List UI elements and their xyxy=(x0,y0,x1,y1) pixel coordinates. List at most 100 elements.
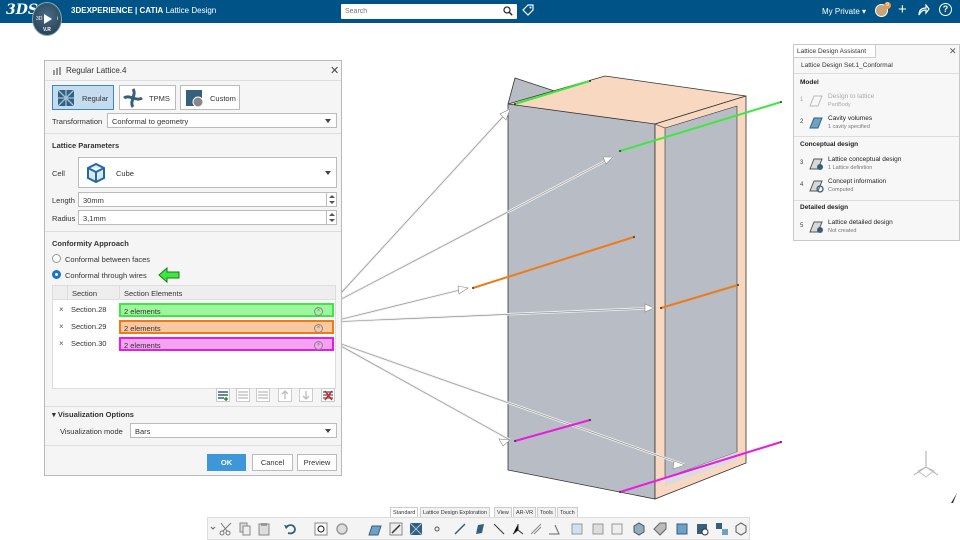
tab-touch[interactable]: Touch xyxy=(557,507,578,517)
step-title: Cavity volumes xyxy=(828,115,873,122)
offset-icon[interactable] xyxy=(610,522,624,536)
stepper-down-icon xyxy=(329,219,335,222)
cut-icon[interactable] xyxy=(219,522,233,536)
radius-label: Radius xyxy=(52,214,76,223)
add-row-icon[interactable] xyxy=(216,388,230,402)
delete-all-icon[interactable] xyxy=(321,388,335,402)
lattice-cell-icon[interactable] xyxy=(409,522,423,536)
move-up-icon[interactable] xyxy=(278,388,292,402)
lattice-design-icon[interactable] xyxy=(368,522,382,536)
fill-icon[interactable] xyxy=(570,522,584,536)
stepper-up-icon xyxy=(329,213,335,216)
clear-icon[interactable]: × xyxy=(314,324,323,333)
undo-icon[interactable] xyxy=(283,522,297,536)
step-subtitle: PartBody xyxy=(828,102,851,108)
paste-icon[interactable] xyxy=(257,522,271,536)
surface-icon[interactable] xyxy=(591,522,605,536)
tab-tools[interactable]: Tools xyxy=(537,507,556,517)
tab-ar-vr[interactable]: AR-VR xyxy=(513,507,537,517)
divider xyxy=(45,133,341,134)
radius-stepper[interactable] xyxy=(326,211,336,224)
arrow-outline xyxy=(329,339,511,441)
axis-system-icon[interactable] xyxy=(511,522,525,536)
remove-row-icon[interactable]: × xyxy=(59,339,64,348)
compass-icon[interactable]: 3D i V.R xyxy=(32,2,62,36)
transformation-select[interactable]: Conformal to geometry xyxy=(107,113,337,128)
replace-row-icon[interactable] xyxy=(256,388,270,402)
step-title: Lattice detailed design xyxy=(828,219,893,226)
tag-tool-icon[interactable] xyxy=(653,522,667,536)
copy-icon[interactable] xyxy=(238,522,252,536)
length-stepper[interactable] xyxy=(326,193,336,206)
radius-field[interactable]: 3,1mm xyxy=(78,210,337,225)
pattern-icon[interactable] xyxy=(715,522,729,536)
ok-button[interactable]: OK xyxy=(207,454,246,471)
row-section-elements[interactable]: 2 elements × xyxy=(119,303,334,317)
edit-sketch-icon[interactable] xyxy=(389,522,403,536)
radius-value: 3,1mm xyxy=(83,214,106,223)
inspect-icon[interactable] xyxy=(695,522,709,536)
preview-button[interactable]: Preview xyxy=(297,454,337,471)
tab-standard[interactable]: Standard xyxy=(390,507,419,517)
row-section-elements[interactable]: 2 elements × xyxy=(119,320,334,334)
cavity-volumes-icon xyxy=(809,117,823,129)
radio-conformal-wires[interactable] xyxy=(52,270,61,279)
transformation-value: Conformal to geometry xyxy=(112,117,189,126)
tab-lattice-design-exploration[interactable]: Lattice Design Exploration xyxy=(420,507,490,517)
move-down-icon[interactable] xyxy=(299,388,313,402)
axis-icon[interactable] xyxy=(492,522,506,536)
row-section-elements[interactable]: 2 elements × xyxy=(119,337,334,351)
measure-icon[interactable] xyxy=(529,522,543,536)
type-tpms-button[interactable]: TPMS xyxy=(119,85,176,110)
wire-endpoint xyxy=(472,287,474,289)
assistant-set-name: Lattice Design Set.1_Conformal xyxy=(801,62,893,69)
compass-version: V.R xyxy=(43,27,51,33)
visualization-mode-select[interactable]: Bars xyxy=(130,423,337,438)
plane-icon[interactable] xyxy=(473,522,487,536)
stepper-up-icon xyxy=(329,195,335,198)
section-model-title: Model xyxy=(800,79,819,86)
clear-icon[interactable]: × xyxy=(314,341,323,350)
length-field[interactable]: 30mm xyxy=(78,192,337,207)
lattice-parameters-title: Lattice Parameters xyxy=(52,141,120,150)
expand-icon[interactable] xyxy=(210,522,216,536)
green-pointer-arrow-icon xyxy=(158,267,180,283)
radio-conformal-faces[interactable] xyxy=(52,254,61,263)
part-icon[interactable] xyxy=(632,522,646,536)
visualization-options-toggle[interactable]: ▾ Visualization Options xyxy=(52,410,134,419)
type-custom-label: Custom xyxy=(210,94,236,103)
stepper-down-icon xyxy=(329,201,335,204)
divider xyxy=(45,406,341,407)
remove-row-icon[interactable]: × xyxy=(59,322,64,331)
compass-3d-label: 3D xyxy=(36,16,43,22)
close-icon[interactable]: ✕ xyxy=(330,64,339,77)
angle-icon[interactable] xyxy=(547,522,561,536)
close-icon[interactable]: ✕ xyxy=(949,46,957,57)
cell-select[interactable]: Cube xyxy=(78,157,337,188)
tab-view[interactable]: View xyxy=(494,507,512,517)
type-regular-button[interactable]: Regular xyxy=(52,85,114,110)
type-custom-button[interactable]: Custom xyxy=(180,85,240,110)
assistant-tab[interactable]: Lattice Design Assistant xyxy=(794,45,876,58)
settings-icon[interactable] xyxy=(335,522,349,536)
3d-compass-icon[interactable] xyxy=(908,447,944,483)
fit-all-icon[interactable] xyxy=(314,522,328,536)
cancel-button[interactable]: Cancel xyxy=(252,454,293,471)
point-icon[interactable] xyxy=(430,522,444,536)
divider xyxy=(794,73,959,74)
wire-endpoint xyxy=(780,101,782,103)
divider xyxy=(45,231,341,232)
chevron-down-icon xyxy=(325,171,331,175)
line-icon[interactable] xyxy=(453,522,467,536)
remove-row-icon[interactable]: × xyxy=(59,305,64,314)
step-title: Lattice conceptual design xyxy=(828,156,902,163)
wire-endpoint xyxy=(619,150,621,152)
row-section-name: Section.29 xyxy=(71,322,107,331)
insert-row-icon[interactable] xyxy=(236,388,250,402)
row-section-name: Section.28 xyxy=(71,305,107,314)
step-subtitle: 1 cavity specified xyxy=(828,124,870,130)
clear-icon[interactable]: × xyxy=(314,307,323,316)
box-icon[interactable] xyxy=(734,522,748,536)
body-icon[interactable] xyxy=(675,522,689,536)
regular-lattice-dialog: Regular Lattice.4 ✕ Regular TPMS Custom … xyxy=(44,60,342,476)
